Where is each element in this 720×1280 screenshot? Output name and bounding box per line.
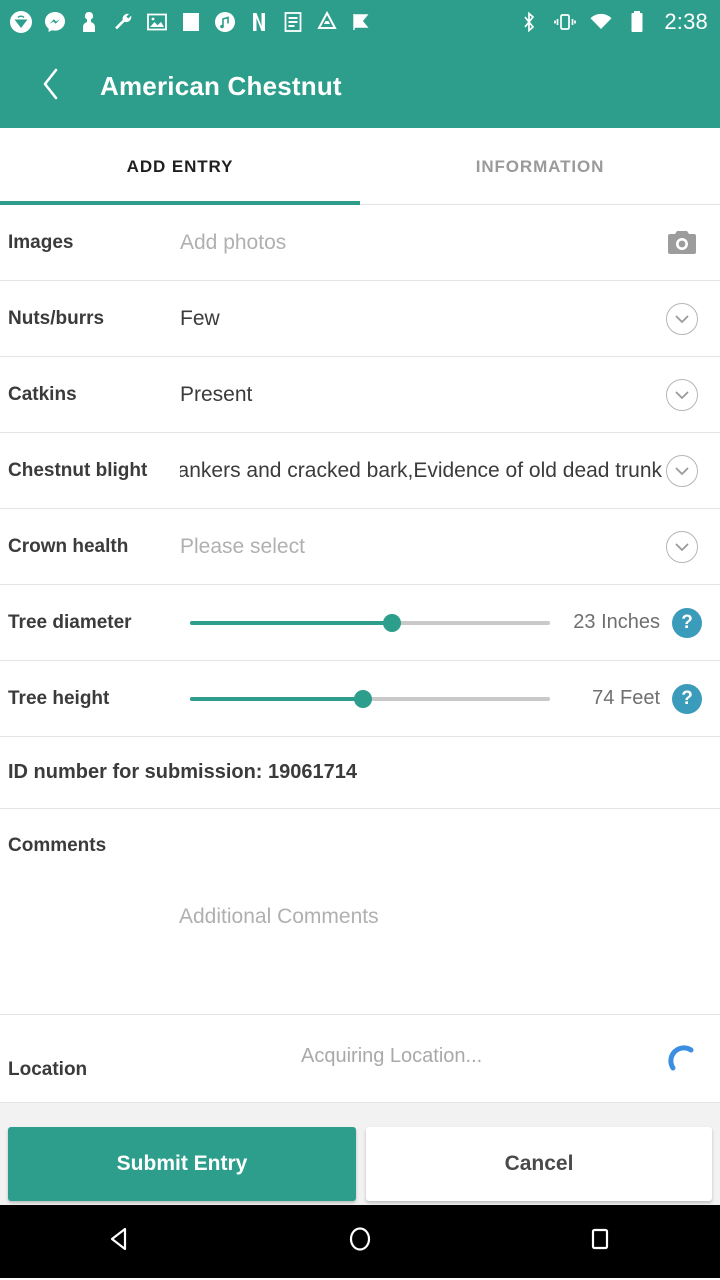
location-label: Location [8, 1059, 88, 1080]
square-icon [178, 9, 204, 35]
chestnut-blight-dropdown-button[interactable] [662, 454, 702, 487]
comments-label: Comments [8, 835, 107, 856]
battery-icon [624, 9, 650, 35]
tree-height-slider[interactable] [190, 679, 550, 719]
page-title: American Chestnut [100, 70, 342, 101]
tab-information[interactable]: INFORMATION [360, 128, 720, 205]
loading-spinner-icon [666, 1043, 698, 1075]
location-status: Acquiring Location... [301, 1045, 483, 1067]
catkins-label: Catkins [8, 383, 77, 405]
submit-entry-button[interactable]: Submit Entry [8, 1127, 356, 1201]
form-row-nuts-burrs[interactable]: Nuts/burrs Few [0, 281, 720, 357]
chevron-down-circle-icon [666, 378, 698, 411]
app-bar: American Chestnut [0, 44, 720, 128]
slider-fill [190, 620, 392, 625]
add-photo-button[interactable] [662, 229, 702, 257]
entry-form: Images Add photos Nuts/burrs Few Catkins… [0, 205, 720, 1103]
submission-id-row: ID number for submission: 19061714 [0, 737, 720, 809]
nav-recents-button[interactable] [555, 1205, 645, 1278]
footer-spacer [0, 1103, 720, 1125]
chestnut-blight-label: Chestnut blight [8, 459, 148, 481]
crown-health-dropdown-button[interactable] [662, 530, 702, 563]
chevron-down-circle-icon [666, 454, 698, 487]
messenger-icon [42, 9, 68, 35]
photo-icon [144, 9, 170, 35]
form-row-catkins[interactable]: Catkins Present [0, 357, 720, 433]
slider-fill [190, 696, 363, 701]
tab-add-entry[interactable]: ADD ENTRY [0, 128, 360, 205]
nuts-burrs-value: Few [180, 306, 220, 330]
crown-health-label: Crown health [8, 535, 129, 557]
status-bar-notification-icons [8, 9, 516, 35]
document-icon [280, 9, 306, 35]
comments-section: Comments Additional Comments [0, 809, 720, 1015]
tree-diameter-slider[interactable] [190, 603, 550, 643]
chevron-down-circle-icon [666, 530, 698, 563]
tab-bar: ADD ENTRY INFORMATION [0, 128, 720, 205]
form-row-crown-health[interactable]: Crown health Please select [0, 509, 720, 585]
catkins-dropdown-button[interactable] [662, 378, 702, 411]
chestnut-blight-value-wrap: Cankers and cracked bark,Evidence of old… [180, 459, 662, 483]
nuts-burrs-label: Nuts/burrs [8, 307, 105, 329]
question-mark-icon: ? [681, 687, 693, 709]
chevron-down-circle-icon [666, 302, 698, 335]
footer-actions: Submit Entry Cancel [0, 1125, 720, 1205]
tree-height-value: 74 Feet [592, 687, 660, 709]
status-bar-clock: 2:38 [664, 9, 708, 34]
nuts-burrs-dropdown-button[interactable] [662, 302, 702, 335]
form-row-images[interactable]: Images Add photos [0, 205, 720, 281]
form-row-tree-diameter: Tree diameter 23 Inches ? [0, 585, 720, 661]
cancel-button[interactable]: Cancel [366, 1127, 712, 1201]
android-nav-bar [0, 1205, 720, 1278]
tree-height-label: Tree height [8, 687, 110, 709]
nav-back-button[interactable] [75, 1205, 165, 1278]
checkmark-flag-icon [348, 9, 374, 35]
chevron-left-icon [39, 65, 63, 108]
tree-diameter-help-button[interactable]: ? [672, 607, 702, 638]
status-bar: 2:38 [0, 0, 720, 44]
drive-icon [314, 9, 340, 35]
location-row: Location Acquiring Location... [0, 1015, 720, 1103]
status-bar-system-icons: 2:38 [516, 9, 708, 35]
back-button[interactable] [34, 64, 68, 108]
form-row-tree-height: Tree height 74 Feet ? [0, 661, 720, 737]
recents-square-icon [585, 1224, 615, 1259]
wifi-icon [588, 9, 614, 35]
back-triangle-icon [105, 1224, 135, 1259]
question-mark-icon: ? [681, 611, 693, 633]
slider-thumb[interactable] [353, 689, 372, 708]
tree-diameter-value: 23 Inches [573, 611, 660, 633]
contact-icon [76, 9, 102, 35]
vibrate-icon [552, 9, 578, 35]
crown-health-value: Please select [180, 534, 305, 558]
form-row-chestnut-blight[interactable]: Chestnut blight Cankers and cracked bark… [0, 433, 720, 509]
images-value: Add photos [180, 230, 287, 254]
bluetooth-icon [516, 9, 542, 35]
slider-thumb[interactable] [382, 613, 401, 632]
tree-height-help-button[interactable]: ? [672, 683, 702, 714]
wrench-icon [110, 9, 136, 35]
submission-id-text: ID number for submission: 19061714 [8, 761, 358, 783]
camera-icon [666, 229, 698, 257]
images-label: Images [8, 231, 74, 253]
chestnut-blight-value: Cankers and cracked bark,Evidence of old… [180, 458, 662, 482]
home-circle-icon [345, 1224, 375, 1259]
music-note-icon [212, 9, 238, 35]
catkins-value: Present [180, 382, 253, 406]
comments-input[interactable]: Additional Comments [179, 905, 379, 929]
tree-diameter-label: Tree diameter [8, 611, 132, 633]
netflix-icon [246, 9, 272, 35]
app-notification-icon [8, 9, 34, 35]
nav-home-button[interactable] [315, 1205, 405, 1278]
app-screen: 2:38 American Chestnut ADD ENTRY INFORMA… [0, 0, 720, 1280]
